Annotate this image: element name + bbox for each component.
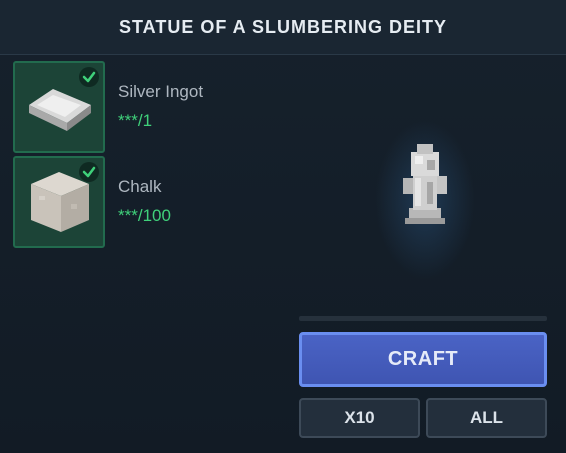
page-title: STATUE OF A SLUMBERING DEITY	[119, 16, 447, 37]
check-icon	[79, 67, 99, 87]
result-preview	[355, 110, 495, 300]
header-bar: STATUE OF A SLUMBERING DEITY	[0, 0, 566, 55]
ingredient-name: Silver Ingot	[118, 82, 204, 101]
deity-statue-icon	[403, 144, 447, 224]
check-icon	[79, 162, 99, 182]
craft-all-button[interactable]: ALL	[426, 398, 547, 438]
ingredient-slot-chalk[interactable]	[13, 156, 105, 248]
crafting-panel: STATUE OF A SLUMBERING DEITY Silver Ingo…	[0, 0, 566, 453]
ingredient-count: ***/1	[118, 111, 153, 130]
craft-x10-button[interactable]: X10	[299, 398, 420, 438]
craft-button[interactable]: CRAFT	[299, 332, 547, 387]
craft-progress-bar	[299, 316, 547, 321]
ingredient-count: ***/100	[118, 206, 171, 225]
ingredient-name: Chalk	[118, 177, 162, 196]
ingredient-slot-silver-ingot[interactable]	[13, 61, 105, 153]
